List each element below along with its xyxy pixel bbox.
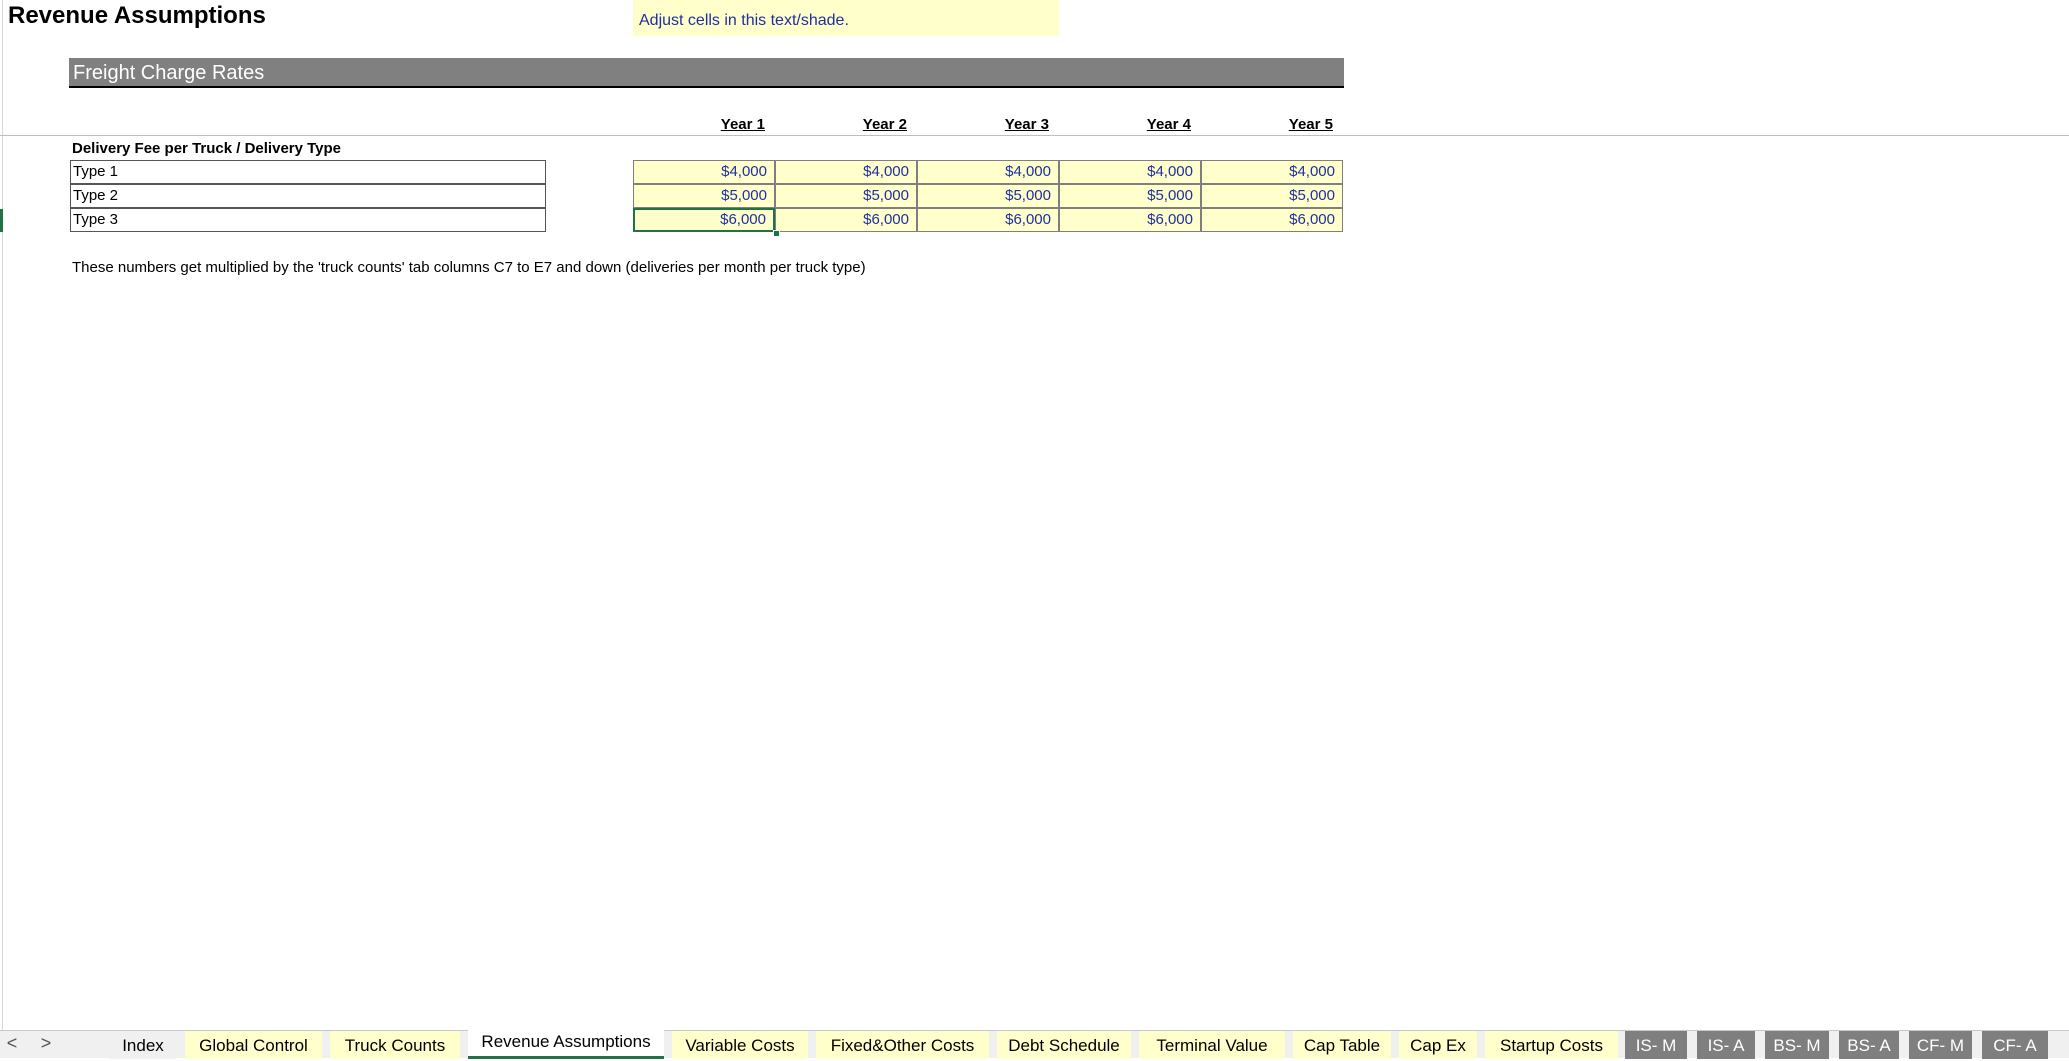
type-3-year-3-value[interactable]: $6,000 (917, 208, 1059, 232)
tab-bs-m[interactable]: BS- M (1765, 1031, 1829, 1059)
tab-is-a[interactable]: IS- A (1697, 1031, 1755, 1059)
year-3-header[interactable]: Year 3 (917, 116, 1059, 133)
type-3-cell[interactable]: Type 3 (70, 208, 546, 232)
type-2-cell[interactable]: Type 2 (70, 184, 546, 208)
year-2-header[interactable]: Year 2 (775, 116, 917, 133)
tab-revenue-assumptions[interactable]: Revenue Assumptions (468, 1029, 664, 1059)
worksheet[interactable]: Revenue Assumptions Adjust cells in this… (0, 0, 2069, 1030)
table-label[interactable]: Delivery Fee per Truck / Delivery Type (72, 140, 341, 157)
type-2-year-3-value[interactable]: $5,000 (917, 184, 1059, 208)
type-2-year-2-value[interactable]: $5,000 (775, 184, 917, 208)
freeze-pane-line (0, 135, 2069, 136)
type-3-year-1-value-selected[interactable]: $6,000 (633, 208, 775, 232)
type-1-year-3-value[interactable]: $4,000 (917, 160, 1059, 184)
type-1-year-5-value[interactable]: $4,000 (1201, 160, 1343, 184)
year-4-header[interactable]: Year 4 (1059, 116, 1201, 133)
type-3-year-5-value[interactable]: $6,000 (1201, 208, 1343, 232)
type-1-cell[interactable]: Type 1 (70, 160, 546, 184)
sheet-tab-bar: < > Index Global Control Truck Counts Re… (0, 1029, 2069, 1059)
tab-startup-costs[interactable]: Startup Costs (1485, 1031, 1618, 1059)
section-header-freight-charge-rates[interactable]: Freight Charge Rates (69, 58, 1344, 88)
type-2-year-5-value[interactable]: $5,000 (1201, 184, 1343, 208)
tab-is-m[interactable]: IS- M (1625, 1031, 1687, 1059)
tab-index[interactable]: Index (110, 1031, 176, 1059)
tab-cf-m[interactable]: CF- M (1909, 1031, 1972, 1059)
type-2-year-1-value[interactable]: $5,000 (633, 184, 775, 208)
year-1-header[interactable]: Year 1 (633, 116, 775, 133)
type-1-year-4-value[interactable]: $4,000 (1059, 160, 1201, 184)
tab-fixed-other-costs[interactable]: Fixed&Other Costs (816, 1031, 989, 1059)
active-row-indicator (0, 209, 3, 232)
tab-global-control[interactable]: Global Control (185, 1031, 322, 1059)
tab-cf-a[interactable]: CF- A (1982, 1031, 2048, 1059)
footnote-text[interactable]: These numbers get multiplied by the 'tru… (72, 259, 866, 276)
tab-variable-costs[interactable]: Variable Costs (672, 1031, 808, 1059)
input-note-cell[interactable]: Adjust cells in this text/shade. (633, 0, 1059, 36)
tab-debt-schedule[interactable]: Debt Schedule (997, 1031, 1131, 1059)
type-1-year-2-value[interactable]: $4,000 (775, 160, 917, 184)
sheet-left-border (2, 0, 3, 1030)
tab-cap-ex[interactable]: Cap Ex (1399, 1031, 1477, 1059)
tab-truck-counts[interactable]: Truck Counts (330, 1031, 460, 1059)
tab-bs-a[interactable]: BS- A (1839, 1031, 1899, 1059)
fill-handle[interactable] (773, 230, 780, 237)
tab-cap-table[interactable]: Cap Table (1293, 1031, 1391, 1059)
tab-terminal-value[interactable]: Terminal Value (1139, 1031, 1285, 1059)
year-5-header[interactable]: Year 5 (1201, 116, 1343, 133)
type-3-year-2-value[interactable]: $6,000 (775, 208, 917, 232)
type-1-year-1-value[interactable]: $4,000 (633, 160, 775, 184)
type-2-year-4-value[interactable]: $5,000 (1059, 184, 1201, 208)
tab-scroll-right-icon[interactable]: > (36, 1033, 56, 1054)
page-title[interactable]: Revenue Assumptions (8, 2, 266, 30)
tab-scroll-left-icon[interactable]: < (2, 1033, 22, 1054)
type-3-year-4-value[interactable]: $6,000 (1059, 208, 1201, 232)
